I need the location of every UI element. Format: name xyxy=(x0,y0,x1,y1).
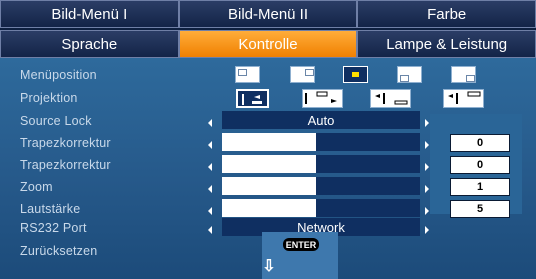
keystone-h-value: 0 xyxy=(450,134,510,152)
menu-position-top-right-icon[interactable] xyxy=(290,66,315,83)
keystone-v-value: 0 xyxy=(450,156,510,174)
label-source-lock: Source Lock xyxy=(20,114,92,128)
tab-bild-menu-1[interactable]: Bild-Menü I xyxy=(0,0,179,28)
keystone-v-left-arrow-icon[interactable] xyxy=(208,163,212,171)
rs232-left-arrow-icon[interactable] xyxy=(208,226,212,234)
projection-rear-desktop-icon[interactable] xyxy=(443,89,484,108)
projection-front-ceiling-icon[interactable] xyxy=(370,89,411,108)
label-projection: Projektion xyxy=(20,91,78,105)
tab-farbe[interactable]: Farbe xyxy=(357,0,536,28)
volume-value: 5 xyxy=(450,200,510,218)
label-keystone-horizontal: Trapezkorrektur xyxy=(20,136,111,150)
volume-left-arrow-icon[interactable] xyxy=(208,207,212,215)
zoom-slider-fill xyxy=(316,177,420,195)
source-lock-left-arrow-icon[interactable] xyxy=(208,119,212,127)
zoom-left-arrow-icon[interactable] xyxy=(208,185,212,193)
volume-right-arrow-icon[interactable] xyxy=(425,207,429,215)
keystone-h-right-arrow-icon[interactable] xyxy=(425,141,429,149)
tab-bild-menu-2[interactable]: Bild-Menü II xyxy=(178,0,358,28)
keystone-v-slider-fill xyxy=(316,155,420,173)
keystone-h-left-arrow-icon[interactable] xyxy=(208,141,212,149)
projection-front-desktop-icon[interactable] xyxy=(236,89,269,108)
menu-position-bottom-left-icon[interactable] xyxy=(397,66,422,83)
keystone-h-slider-fill xyxy=(316,133,420,151)
label-zoom: Zoom xyxy=(20,180,53,194)
osd-menu: Bild-Menü I Bild-Menü II Farbe Sprache K… xyxy=(0,0,536,279)
zoom-value: 1 xyxy=(450,178,510,196)
zoom-right-arrow-icon[interactable] xyxy=(425,185,429,193)
tab-kontrolle[interactable]: Kontrolle xyxy=(178,30,358,58)
tab-sprache[interactable]: Sprache xyxy=(0,30,179,58)
label-keystone-vertical: Trapezkorrektur xyxy=(20,158,111,172)
menu-position-bottom-right-icon[interactable] xyxy=(451,66,476,83)
label-volume: Lautstärke xyxy=(20,202,81,216)
menu-position-top-left-icon[interactable] xyxy=(235,66,260,83)
tab-row-top: Bild-Menü I Bild-Menü II Farbe xyxy=(0,0,536,28)
label-menu-position: Menüposition xyxy=(20,68,97,82)
menu-position-center-icon[interactable] xyxy=(343,66,368,83)
rs232-right-arrow-icon[interactable] xyxy=(425,226,429,234)
volume-slider-fill xyxy=(316,199,420,217)
label-rs232-port: RS232 Port xyxy=(20,221,87,235)
source-lock-right-arrow-icon[interactable] xyxy=(425,119,429,127)
enter-button[interactable]: ENTER xyxy=(283,238,319,251)
tab-lampe-leistung[interactable]: Lampe & Leistung xyxy=(357,30,536,58)
source-lock-value[interactable]: Auto xyxy=(222,111,420,129)
label-reset: Zurücksetzen xyxy=(20,244,98,258)
projection-rear-ceiling-icon[interactable] xyxy=(302,89,343,108)
keystone-v-right-arrow-icon[interactable] xyxy=(425,163,429,171)
tab-row-bottom: Sprache Kontrolle Lampe & Leistung xyxy=(0,30,536,58)
down-arrow-icon: ⇩ xyxy=(262,258,276,275)
